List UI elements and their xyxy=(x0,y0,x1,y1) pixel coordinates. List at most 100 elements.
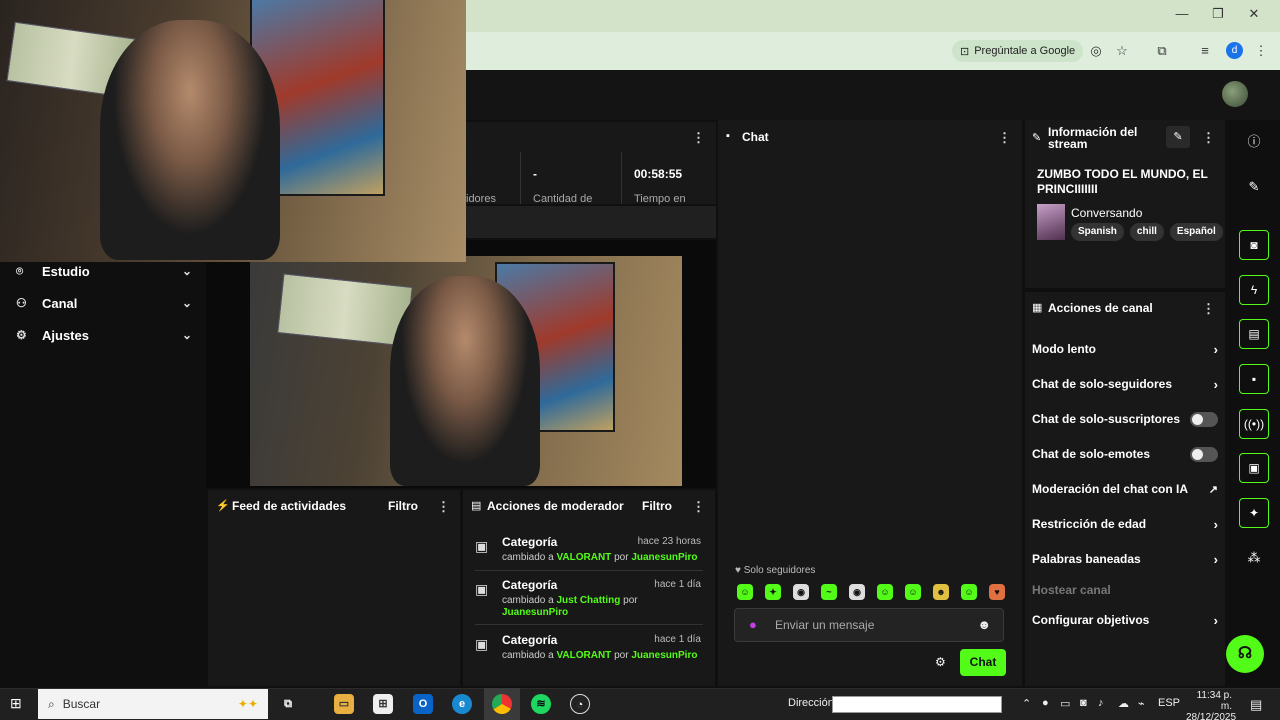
minimize-button[interactable]: — xyxy=(1164,6,1200,22)
detail-by: por xyxy=(614,552,629,563)
taskbar-search[interactable]: ⌕ Buscar ✦✦ xyxy=(38,689,268,719)
emote-icon[interactable]: ☺ xyxy=(877,584,893,600)
category-thumbnail[interactable] xyxy=(1037,204,1065,240)
emote-icon[interactable]: ☺ xyxy=(961,584,977,600)
sidebar-item-channel[interactable]: ⚇ Canal ⌄ xyxy=(16,292,192,314)
mod-action-item[interactable]: ▣ Categoría hace 1 día cambiado a Just C… xyxy=(475,577,705,623)
notes-icon[interactable]: ▤ xyxy=(1239,319,1269,349)
emote-icon[interactable]: ☻ xyxy=(933,584,949,600)
stream-info-menu-icon[interactable]: ⋮ xyxy=(1202,130,1215,146)
device-icon[interactable]: ▭ xyxy=(1060,697,1070,710)
emote-icon[interactable]: ☺ xyxy=(737,584,753,600)
stats-menu-icon[interactable]: ⋮ xyxy=(692,130,705,146)
obs-icon[interactable]: ◔ xyxy=(570,694,590,714)
maximize-button[interactable]: ❐ xyxy=(1200,6,1236,22)
activity-filter-button[interactable]: Filtro xyxy=(388,499,418,513)
media-controls-icon[interactable]: ≡ xyxy=(1196,42,1214,60)
camera-tray-icon[interactable]: ◙ xyxy=(1080,697,1087,709)
info-icon[interactable]: ⓘ xyxy=(1239,127,1269,157)
action-followers-only[interactable]: Chat de solo-seguidores › xyxy=(1032,374,1218,394)
close-button[interactable]: ✕ xyxy=(1236,6,1272,22)
emotes-only-toggle[interactable] xyxy=(1190,446,1218,462)
chat-settings-gear-icon[interactable]: ⚙ xyxy=(935,655,946,669)
detail-user[interactable]: JuanesunPiro xyxy=(502,607,568,618)
layout-icon[interactable]: ▣ xyxy=(1239,453,1269,483)
notifications-icon[interactable]: ▤ xyxy=(1250,697,1262,713)
wrench-tool-icon[interactable]: ✦ xyxy=(1239,498,1269,528)
stream-preview[interactable] xyxy=(250,256,682,486)
tag-chip[interactable]: chill xyxy=(1129,223,1164,241)
subscribers-only-toggle[interactable] xyxy=(1190,411,1218,427)
chat-message-input[interactable]: ● Enviar un mensaje ☻ xyxy=(734,608,1004,642)
action-ai-moderation[interactable]: Moderación del chat con IA ↗ xyxy=(1032,479,1218,499)
tray-chevron-icon[interactable]: ⌃ xyxy=(1022,697,1031,710)
edge-icon[interactable]: e xyxy=(452,694,472,714)
microphone-icon[interactable]: ● xyxy=(749,617,757,632)
mod-action-item[interactable]: ▣ Categoría hace 23 horas cambiado a VAL… xyxy=(475,534,705,570)
emoji-icon[interactable]: ☻ xyxy=(977,617,991,632)
detail-user[interactable]: JuanesunPiro xyxy=(631,552,697,563)
outlook-icon[interactable]: O xyxy=(413,694,433,714)
action-label: Configurar objetivos xyxy=(1032,613,1150,627)
channel-actions-menu-icon[interactable]: ⋮ xyxy=(1202,301,1215,317)
pencil-icon[interactable]: ✎ xyxy=(1239,172,1269,202)
emote-icon[interactable]: ◉ xyxy=(849,584,865,600)
action-slow-mode[interactable]: Modo lento › xyxy=(1032,339,1218,359)
spotify-icon[interactable]: ≋ xyxy=(531,694,551,714)
emote-icon[interactable]: ☺ xyxy=(905,584,921,600)
lightning-icon[interactable]: ϟ xyxy=(1239,275,1269,305)
clock[interactable]: 11:34 p. m. 28/12/2025 xyxy=(1186,690,1236,720)
broadcast-icon[interactable]: ((•)) xyxy=(1239,409,1269,439)
action-age-restriction[interactable]: Restricción de edad › xyxy=(1032,514,1218,534)
action-banned-words[interactable]: Palabras baneadas › xyxy=(1032,549,1218,569)
windows-start-icon[interactable]: ⊞ xyxy=(10,695,22,712)
bookmark-star-icon[interactable]: ☆ xyxy=(1113,42,1131,60)
chat-send-button[interactable]: Chat xyxy=(960,649,1006,676)
mod-menu-icon[interactable]: ⋮ xyxy=(692,499,705,515)
chat-icon[interactable]: ▪ xyxy=(1239,364,1269,394)
language-indicator[interactable]: ESP xyxy=(1158,697,1180,709)
stream-info-title: Información del stream xyxy=(1048,125,1138,151)
mod-actions-title: Acciones de moderador xyxy=(487,499,624,513)
browser-profile-avatar[interactable]: d xyxy=(1226,42,1243,59)
chevron-right-icon: › xyxy=(1213,516,1218,532)
mod-action-item[interactable]: ▣ Categoría hace 1 día cambiado a VALORA… xyxy=(475,632,705,668)
detail-target[interactable]: VALORANT xyxy=(556,650,611,661)
microphone-tray-icon[interactable]: ● xyxy=(1042,697,1049,709)
user-avatar[interactable] xyxy=(1222,81,1248,107)
eye-off-icon[interactable]: ◎ xyxy=(1087,42,1105,60)
sidebar-item-studio[interactable]: ⌾ Estudio ⌄ xyxy=(16,260,192,282)
support-headset-icon[interactable]: ☊ xyxy=(1226,635,1264,673)
activity-menu-icon[interactable]: ⋮ xyxy=(437,499,450,515)
channel-actions-title: Acciones de canal xyxy=(1048,301,1153,315)
emote-icon[interactable]: ✦ xyxy=(765,584,781,600)
store-icon[interactable]: ⊞ xyxy=(373,694,393,714)
detail-target[interactable]: Just Chatting xyxy=(556,595,620,606)
file-explorer-icon[interactable]: ▭ xyxy=(334,694,354,714)
volume-icon[interactable]: ♪ xyxy=(1098,697,1104,709)
apps-icon[interactable]: ⁂ xyxy=(1239,543,1269,573)
edit-pencil-icon[interactable]: ✎ xyxy=(1166,126,1190,148)
sidebar-item-settings[interactable]: ⚙ Ajustes ⌄ xyxy=(16,324,192,346)
webcam-overlay xyxy=(0,0,466,262)
chat-menu-icon[interactable]: ⋮ xyxy=(998,130,1011,146)
action-configure-goals[interactable]: Configurar objetivos › xyxy=(1032,610,1218,630)
mod-filter-button[interactable]: Filtro xyxy=(642,499,672,513)
detail-user[interactable]: JuanesunPiro xyxy=(631,650,697,661)
tag-chip[interactable]: Español xyxy=(1169,223,1223,241)
address-toolbar-input[interactable] xyxy=(832,696,1002,713)
category-name[interactable]: Conversando xyxy=(1071,206,1142,220)
camera-icon[interactable]: ◙ xyxy=(1239,230,1269,260)
emote-icon[interactable]: ~ xyxy=(821,584,837,600)
task-view-icon[interactable]: ⧉ xyxy=(278,694,298,714)
extensions-icon[interactable]: ⧉ xyxy=(1153,42,1171,60)
detail-target[interactable]: VALORANT xyxy=(556,552,611,563)
chrome-icon[interactable] xyxy=(492,694,512,714)
emote-icon[interactable]: ◉ xyxy=(793,584,809,600)
tag-chip[interactable]: Spanish xyxy=(1071,223,1124,241)
emote-icon[interactable]: ♥ xyxy=(989,584,1005,600)
cloud-icon[interactable]: ☁ xyxy=(1118,697,1129,710)
browser-menu-icon[interactable]: ⋮ xyxy=(1252,42,1270,60)
ask-google-button[interactable]: ⊡ Pregúntale a Google xyxy=(952,40,1084,62)
network-icon[interactable]: ⌁ xyxy=(1138,697,1145,710)
